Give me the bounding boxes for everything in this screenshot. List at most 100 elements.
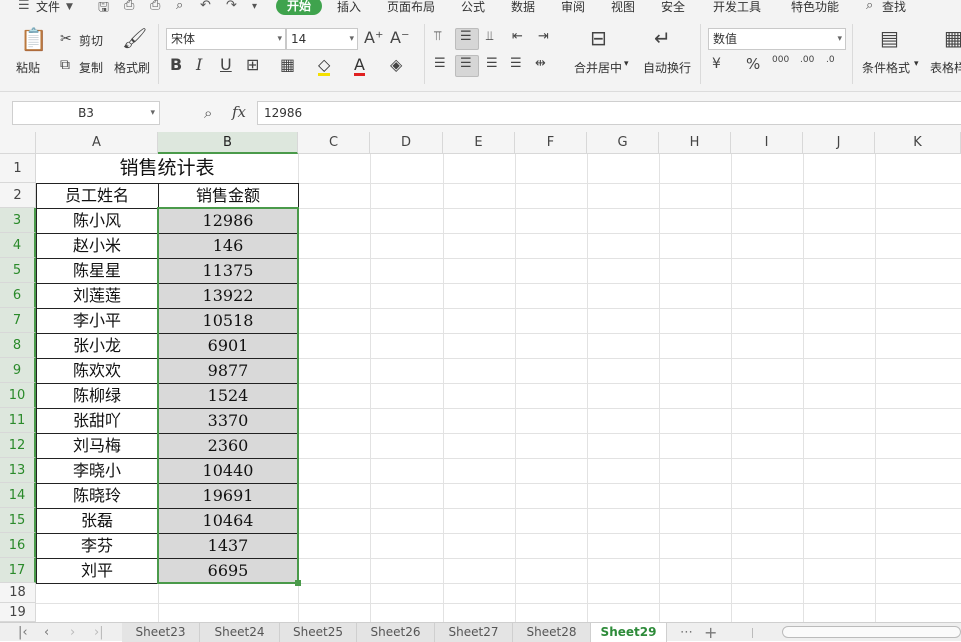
italic-icon[interactable]: I <box>196 57 202 73</box>
align-center-icon[interactable]: ☰ <box>460 57 472 70</box>
merge-center-button[interactable]: 合并居中 <box>574 59 622 76</box>
underline-icon[interactable]: U <box>220 57 232 73</box>
next-sheet-icon[interactable]: › <box>70 623 75 642</box>
dropdown-icon[interactable]: ▼ <box>66 2 73 12</box>
column-header-b[interactable]: B <box>158 132 298 154</box>
redo-icon[interactable]: ↷ <box>226 0 237 13</box>
row-header[interactable]: 15 <box>0 508 36 533</box>
currency-icon[interactable]: ¥ <box>712 57 721 71</box>
align-left-icon[interactable]: ☰ <box>434 57 446 70</box>
format-painter-button[interactable]: 格式刷 <box>114 59 150 76</box>
chevron-down-icon[interactable]: ▾ <box>624 59 629 69</box>
border-icon[interactable]: ⊞ <box>246 57 259 73</box>
menu-file[interactable]: 文件 <box>36 0 60 15</box>
sheet-tab-sheet26[interactable]: Sheet26 <box>357 623 435 642</box>
indent-decrease-icon[interactable]: ⇤ <box>512 30 523 43</box>
fill-handle[interactable] <box>295 580 301 586</box>
more-sheets-icon[interactable]: ⋯ <box>680 623 693 642</box>
conditional-format-button[interactable]: 条件格式 <box>862 59 910 76</box>
tab-review[interactable]: 审阅 <box>561 0 585 15</box>
align-right-icon[interactable]: ☰ <box>486 57 498 70</box>
tab-developer[interactable]: 开发工具 <box>713 0 761 15</box>
customize-icon[interactable]: ▾ <box>252 1 257 12</box>
sheet-tab-sheet28[interactable]: Sheet28 <box>513 623 591 642</box>
distribute-icon[interactable]: ⇹ <box>535 57 546 70</box>
sheet-tab-sheet23[interactable]: Sheet23 <box>122 623 200 642</box>
prev-sheet-icon[interactable]: ‹ <box>44 623 49 642</box>
tab-security[interactable]: 安全 <box>661 0 685 15</box>
tab-page-layout[interactable]: 页面布局 <box>387 0 435 15</box>
table-cell-name[interactable]: 李小平 <box>36 309 158 333</box>
table-cell-name[interactable]: 张甜吖 <box>36 409 158 433</box>
column-header-d[interactable]: D <box>370 132 443 154</box>
row-header[interactable]: 4 <box>0 233 36 258</box>
sheet-tab-sheet25[interactable]: Sheet25 <box>280 623 357 642</box>
row-header[interactable]: 17 <box>0 558 36 583</box>
last-sheet-icon[interactable]: ›| <box>94 623 104 642</box>
row-header[interactable]: 3 <box>0 208 36 233</box>
column-header-a[interactable]: A <box>36 132 158 154</box>
font-size-select[interactable]: 14 ▾ <box>286 28 358 50</box>
justify-icon[interactable]: ☰ <box>510 57 522 70</box>
search-icon[interactable]: ⌕ <box>866 0 873 13</box>
row-header[interactable]: 18 <box>0 583 36 603</box>
tab-features[interactable]: 特色功能 <box>791 0 839 15</box>
tab-home[interactable]: 开始 <box>276 0 322 15</box>
wrap-text-button[interactable]: 自动换行 <box>643 59 691 76</box>
formula-input[interactable]: 12986 <box>257 101 961 125</box>
select-all-corner[interactable] <box>0 132 36 154</box>
header-cell-amount[interactable]: 销售金额 <box>158 184 298 208</box>
row-header[interactable]: 1 <box>0 154 36 183</box>
column-header-g[interactable]: G <box>587 132 659 154</box>
align-bottom-icon[interactable]: ⫫ <box>486 30 493 43</box>
paste-button[interactable]: 粘贴 <box>16 59 40 76</box>
percent-icon[interactable]: % <box>746 57 760 72</box>
chevron-down-icon[interactable]: ▾ <box>914 59 919 69</box>
undo-icon[interactable]: ↶ <box>200 0 211 13</box>
font-color-icon[interactable]: A <box>354 57 365 76</box>
zoom-icon[interactable]: ⌕ <box>204 104 212 122</box>
row-header[interactable]: 10 <box>0 383 36 408</box>
search-label[interactable]: 查找 <box>882 0 906 15</box>
hamburger-icon[interactable]: ☰ <box>18 0 30 13</box>
tab-formulas[interactable]: 公式 <box>461 0 485 15</box>
print-icon[interactable]: ⎙ <box>150 0 160 13</box>
align-middle-icon[interactable]: ☰ <box>460 30 472 43</box>
sheet-tab-sheet24[interactable]: Sheet24 <box>200 623 280 642</box>
column-header-c[interactable]: C <box>298 132 370 154</box>
row-header[interactable]: 12 <box>0 433 36 458</box>
table-cell-name[interactable]: 李芬 <box>36 534 158 558</box>
row-header[interactable]: 8 <box>0 333 36 358</box>
row-header[interactable]: 13 <box>0 458 36 483</box>
cut-icon[interactable]: ✂ <box>60 32 72 46</box>
table-cell-name[interactable]: 刘马梅 <box>36 434 158 458</box>
table-cell-name[interactable]: 陈欢欢 <box>36 359 158 383</box>
row-header[interactable]: 16 <box>0 533 36 558</box>
column-header-k[interactable]: K <box>875 132 961 154</box>
sheet-tab-sheet29[interactable]: Sheet29 <box>591 623 667 642</box>
column-header-f[interactable]: F <box>515 132 587 154</box>
name-box[interactable]: B3 ▾ <box>12 101 160 125</box>
fill-pattern-icon[interactable]: ▦ <box>280 57 295 73</box>
table-style-button[interactable]: 表格样式 <box>930 59 961 76</box>
preview-icon[interactable]: ⌕ <box>176 0 183 13</box>
row-header[interactable]: 9 <box>0 358 36 383</box>
sheet-tab-sheet27[interactable]: Sheet27 <box>435 623 513 642</box>
row-header[interactable]: 2 <box>0 183 36 208</box>
tab-data[interactable]: 数据 <box>511 0 535 15</box>
conditional-format-icon[interactable]: ▤ <box>880 28 899 48</box>
tab-insert[interactable]: 插入 <box>337 0 361 15</box>
table-cell-name[interactable]: 赵小米 <box>36 234 158 258</box>
wrap-text-icon[interactable]: ↵ <box>654 28 671 48</box>
first-sheet-icon[interactable]: |‹ <box>18 623 28 642</box>
horizontal-scrollbar[interactable] <box>782 626 961 638</box>
increase-decimal-icon[interactable]: .00 <box>800 56 814 65</box>
table-cell-name[interactable]: 刘平 <box>36 559 158 583</box>
column-header-i[interactable]: I <box>731 132 803 154</box>
format-painter-icon[interactable]: 🖌 <box>122 28 147 48</box>
table-cell-name[interactable]: 李晓小 <box>36 459 158 483</box>
table-cell-name[interactable]: 张小龙 <box>36 334 158 358</box>
merge-center-icon[interactable]: ⊟ <box>590 28 607 48</box>
table-cell-name[interactable]: 陈小风 <box>36 209 158 233</box>
copy-button[interactable]: 复制 <box>79 59 103 76</box>
